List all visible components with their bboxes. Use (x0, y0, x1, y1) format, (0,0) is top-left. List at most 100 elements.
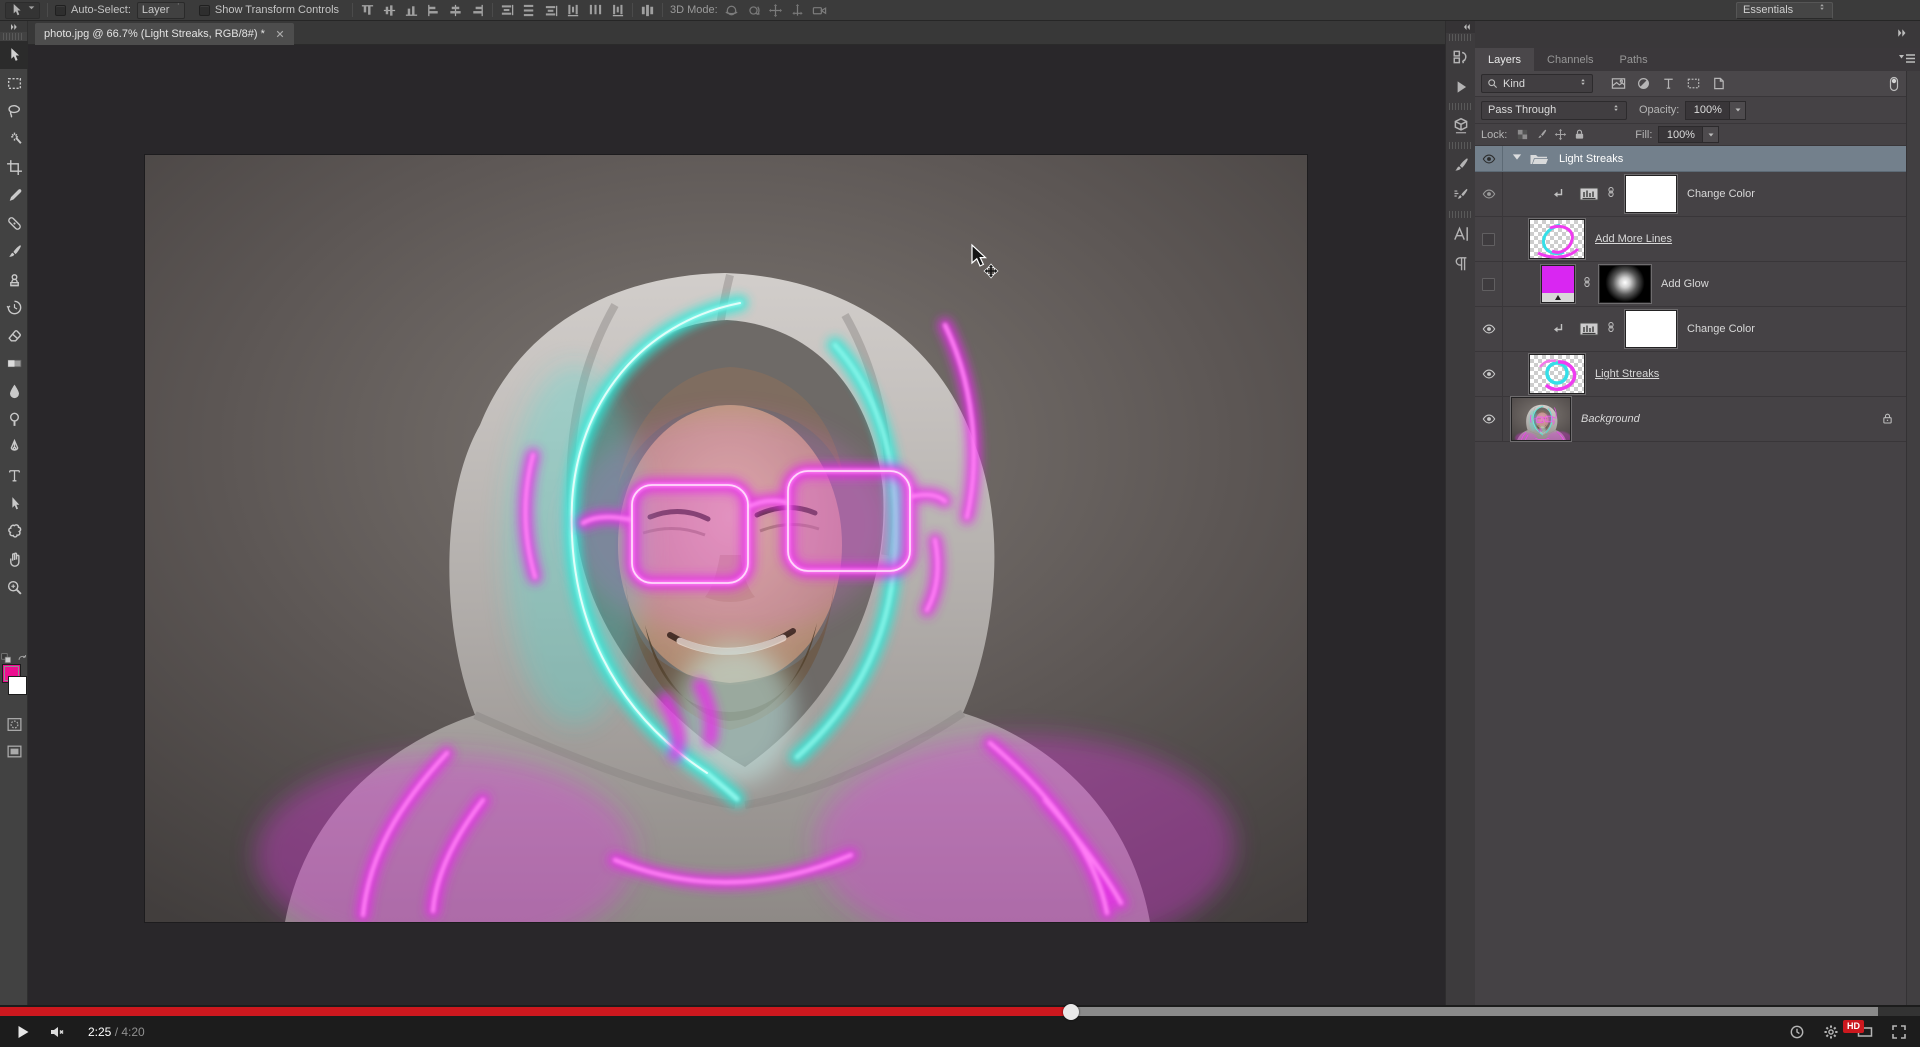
visibility-toggle[interactable] (1475, 352, 1503, 396)
watch-later-icon[interactable] (1780, 1024, 1814, 1040)
tool-healing-brush[interactable] (0, 209, 28, 237)
lock-all-icon[interactable] (1570, 127, 1589, 143)
tool-path-selection[interactable] (0, 489, 28, 517)
layer-name[interactable]: Background (1581, 413, 1640, 425)
tool-eyedropper[interactable] (0, 181, 28, 209)
tab-paths[interactable]: Paths (1607, 48, 1661, 71)
tool-move[interactable] (0, 41, 28, 69)
tool-zoom[interactable] (0, 573, 28, 601)
layer-name[interactable]: Add Glow (1661, 278, 1709, 290)
fill-layer-thumbnail[interactable] (1541, 265, 1575, 303)
distribute-bottom-edges-icon[interactable] (544, 3, 559, 18)
tool-eraser[interactable] (0, 321, 28, 349)
dock-expand-button[interactable] (1446, 21, 1475, 33)
layer-row-light-streaks[interactable]: Light Streaks (1475, 352, 1906, 397)
adjustment-filter-icon[interactable] (1632, 74, 1655, 94)
lock-pixels-icon[interactable] (1532, 127, 1551, 143)
tool-gradient[interactable] (0, 349, 28, 377)
visibility-toggle[interactable] (1475, 146, 1503, 171)
smart-object-filter-icon[interactable] (1707, 74, 1730, 94)
visibility-toggle[interactable] (1475, 307, 1503, 351)
3d-camera-icon[interactable] (812, 3, 827, 18)
layer-mask-thumbnail[interactable] (1625, 310, 1677, 348)
filter-kind-dropdown[interactable]: Kind (1481, 74, 1593, 93)
layer-name[interactable]: Change Color (1687, 323, 1755, 335)
layer-name[interactable]: Change Color (1687, 188, 1755, 200)
toolbar-collapse-button[interactable] (0, 21, 27, 32)
lock-position-icon[interactable] (1551, 127, 1570, 143)
layer-thumbnail[interactable] (1529, 219, 1585, 259)
tool-hand[interactable] (0, 545, 28, 573)
auto-align-layers-icon[interactable] (640, 3, 655, 18)
panel-icon-history[interactable] (1446, 42, 1476, 72)
tool-pen[interactable] (0, 433, 28, 461)
collapse-to-icons-button[interactable] (1896, 28, 1912, 40)
align-left-edges-icon[interactable] (426, 3, 441, 18)
layer-row-background[interactable]: Background (1475, 397, 1906, 442)
filter-toggle-icon[interactable] (1888, 76, 1900, 92)
tab-layers[interactable]: Layers (1475, 48, 1534, 71)
panel-icon-paragraph-panel[interactable] (1446, 249, 1476, 279)
auto-select-checkbox[interactable] (55, 5, 66, 16)
distribute-left-edges-icon[interactable] (566, 3, 581, 18)
layer-row-add-glow[interactable]: Add Glow (1475, 262, 1906, 307)
expand-triangle-icon[interactable] (1511, 151, 1523, 167)
align-top-edges-icon[interactable] (360, 3, 375, 18)
distribute-horizontal-centers-icon[interactable] (588, 3, 603, 18)
3d-slide-icon[interactable] (790, 3, 805, 18)
distribute-top-edges-icon[interactable] (500, 3, 515, 18)
distribute-vertical-centers-icon[interactable] (522, 3, 537, 18)
show-transform-checkbox[interactable] (199, 5, 210, 16)
lock-transparent-icon[interactable] (1513, 127, 1532, 143)
tab-channels[interactable]: Channels (1534, 48, 1606, 71)
background-thumbnail[interactable] (1511, 397, 1571, 441)
panel-menu-icon[interactable] (1898, 52, 1916, 66)
layer-row-group-light-streaks[interactable]: Light Streaks (1475, 146, 1906, 172)
screen-mode-icon[interactable] (6, 743, 23, 760)
panel-icon-brush-panel[interactable] (1446, 150, 1476, 180)
glow-mask-thumbnail[interactable] (1599, 265, 1651, 303)
tool-type[interactable] (0, 461, 28, 489)
visibility-empty-box[interactable] (1482, 233, 1495, 246)
tool-magic-wand[interactable] (0, 125, 28, 153)
visibility-empty-box[interactable] (1482, 278, 1495, 291)
tool-crop[interactable] (0, 153, 28, 181)
close-icon[interactable] (275, 29, 285, 39)
layer-name[interactable]: Light Streaks (1595, 368, 1659, 380)
background-color-swatch[interactable] (8, 676, 27, 695)
opacity-dropdown-button[interactable] (1730, 101, 1746, 120)
visibility-toggle[interactable] (1475, 262, 1503, 306)
shape-filter-icon[interactable] (1682, 74, 1705, 94)
fill-value[interactable]: 100% (1658, 126, 1703, 143)
swap-colors-icon[interactable] (17, 653, 28, 664)
panel-icon-brush-presets[interactable] (1446, 180, 1476, 210)
layer-row-change-color-top[interactable]: Change Color (1475, 172, 1906, 217)
fullscreen-icon[interactable] (1882, 1024, 1916, 1040)
tool-lasso[interactable] (0, 97, 28, 125)
video-progress-track[interactable] (0, 1007, 1920, 1016)
quick-mask-icon[interactable] (6, 716, 23, 733)
layer-mask-thumbnail[interactable] (1625, 175, 1677, 213)
tool-brush[interactable] (0, 237, 28, 265)
tool-preset-picker[interactable] (5, 2, 40, 19)
align-right-edges-icon[interactable] (470, 3, 485, 18)
photo-document[interactable] (145, 155, 1307, 922)
panel-icon-3d-panel[interactable] (1446, 111, 1476, 141)
3d-roll-icon[interactable] (746, 3, 761, 18)
tool-blur[interactable] (0, 377, 28, 405)
align-horizontal-centers-icon[interactable] (448, 3, 463, 18)
tool-custom-shape[interactable] (0, 517, 28, 545)
3d-rotate-icon[interactable] (724, 3, 739, 18)
layer-thumbnail[interactable] (1529, 354, 1585, 394)
play-button[interactable] (6, 1016, 40, 1047)
auto-select-target-dropdown[interactable]: Layer (137, 2, 185, 19)
default-colors-icon[interactable] (1, 653, 12, 664)
align-vertical-centers-icon[interactable] (382, 3, 397, 18)
align-bottom-edges-icon[interactable] (404, 3, 419, 18)
opacity-value[interactable]: 100% (1685, 101, 1730, 120)
tool-dodge[interactable] (0, 405, 28, 433)
visibility-toggle[interactable] (1475, 217, 1503, 261)
layer-row-change-color-bottom[interactable]: Change Color (1475, 307, 1906, 352)
layer-name[interactable]: Light Streaks (1559, 153, 1623, 165)
panel-icon-actions-play[interactable] (1446, 72, 1476, 102)
